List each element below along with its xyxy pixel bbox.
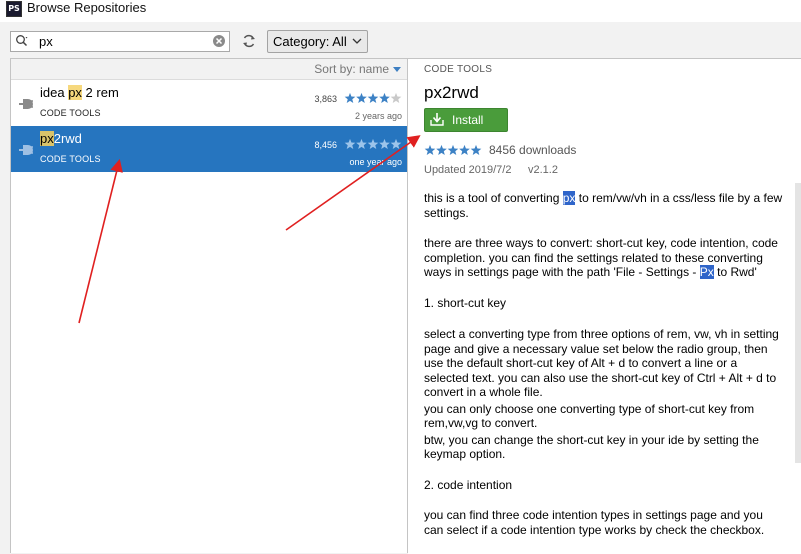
desc-paragraph: select a converting type from three opti… (424, 327, 779, 399)
plugin-detail-panel: CODE TOOLS px2rwd Install 8456 downloads… (408, 58, 801, 554)
rating-stars-icon (344, 92, 402, 104)
desc-paragraph: there are three ways to convert: short-c… (424, 236, 778, 279)
title-bar: PS Browse Repositories (0, 0, 801, 22)
desc-heading: 1. short-cut key (424, 295, 507, 310)
star-icon (470, 144, 482, 156)
star-icon (356, 92, 367, 104)
plugin-list-item-selected[interactable]: px2rwd CODE TOOLS 8,456 one year ago (11, 126, 407, 172)
plugin-icon (19, 145, 33, 155)
star-icon (344, 138, 356, 150)
plugin-age: one year ago (349, 157, 402, 167)
app-logo-icon: PS (6, 1, 22, 17)
desc-heading: 2. code intention (424, 477, 513, 492)
star-icon (390, 92, 402, 104)
rating-stars-icon (344, 138, 402, 150)
download-count: 3,863 (314, 94, 337, 104)
plugin-category: CODE TOOLS (40, 108, 101, 118)
toolbar: Category: All (0, 22, 801, 58)
install-button[interactable]: Install (424, 108, 508, 132)
install-label: Install (452, 113, 484, 127)
plugin-name: idea px 2 rem (40, 85, 119, 100)
star-icon (367, 138, 379, 150)
detail-updated: Updated 2019/7/2 (424, 164, 512, 176)
star-icon (447, 144, 459, 156)
star-icon (379, 92, 390, 104)
description-scrollbar[interactable] (795, 183, 801, 463)
star-icon (390, 138, 402, 150)
star-icon (424, 144, 436, 156)
search-icon[interactable] (15, 34, 29, 48)
window-title: Browse Repositories (27, 0, 147, 15)
detail-category: CODE TOOLS (424, 64, 493, 75)
plugin-list-panel: Sort by: name idea px 2 rem CODE TOOLS 3… (10, 58, 408, 553)
star-icon (344, 92, 356, 104)
desc-paragraph: this is a tool of converting px to rem/v… (424, 191, 783, 220)
detail-downloads: 8456 downloads (489, 143, 577, 157)
detail-title: px2rwd (424, 83, 479, 102)
sort-arrow-icon[interactable] (393, 67, 401, 72)
plugin-list-item[interactable]: idea px 2 rem CODE TOOLS 3,863 2 years a… (11, 80, 407, 126)
detail-version: v2.1.2 (528, 164, 558, 176)
desc-paragraph: btw, you can change the short-cut key in… (424, 432, 759, 462)
plugin-icon (19, 99, 33, 109)
star-icon (436, 144, 447, 156)
desc-paragraph: you can only choose one converting type … (424, 401, 755, 431)
plugin-category: CODE TOOLS (40, 154, 101, 164)
plugin-description: this is a tool of converting px to rem/v… (424, 191, 784, 537)
rating-stars-icon (424, 144, 482, 156)
chevron-down-icon (352, 38, 362, 44)
desc-paragraph: you can find three code intention types … (424, 508, 765, 537)
star-icon (356, 138, 367, 150)
search-box[interactable] (10, 31, 230, 52)
search-input[interactable] (39, 33, 204, 49)
sort-bar: Sort by: name (11, 59, 407, 80)
clear-search-icon[interactable] (212, 34, 226, 48)
plugin-name: px2rwd (40, 131, 82, 146)
plugin-age: 2 years ago (354, 111, 402, 121)
download-icon (430, 113, 444, 126)
star-icon (367, 92, 379, 104)
category-label: Category: All (273, 34, 347, 49)
download-count: 8,456 (314, 140, 337, 150)
star-icon (379, 138, 390, 150)
star-icon (459, 144, 470, 156)
category-dropdown[interactable]: Category: All (267, 30, 368, 53)
refresh-icon[interactable] (241, 33, 257, 49)
sort-dropdown[interactable]: Sort by: name (314, 62, 389, 76)
